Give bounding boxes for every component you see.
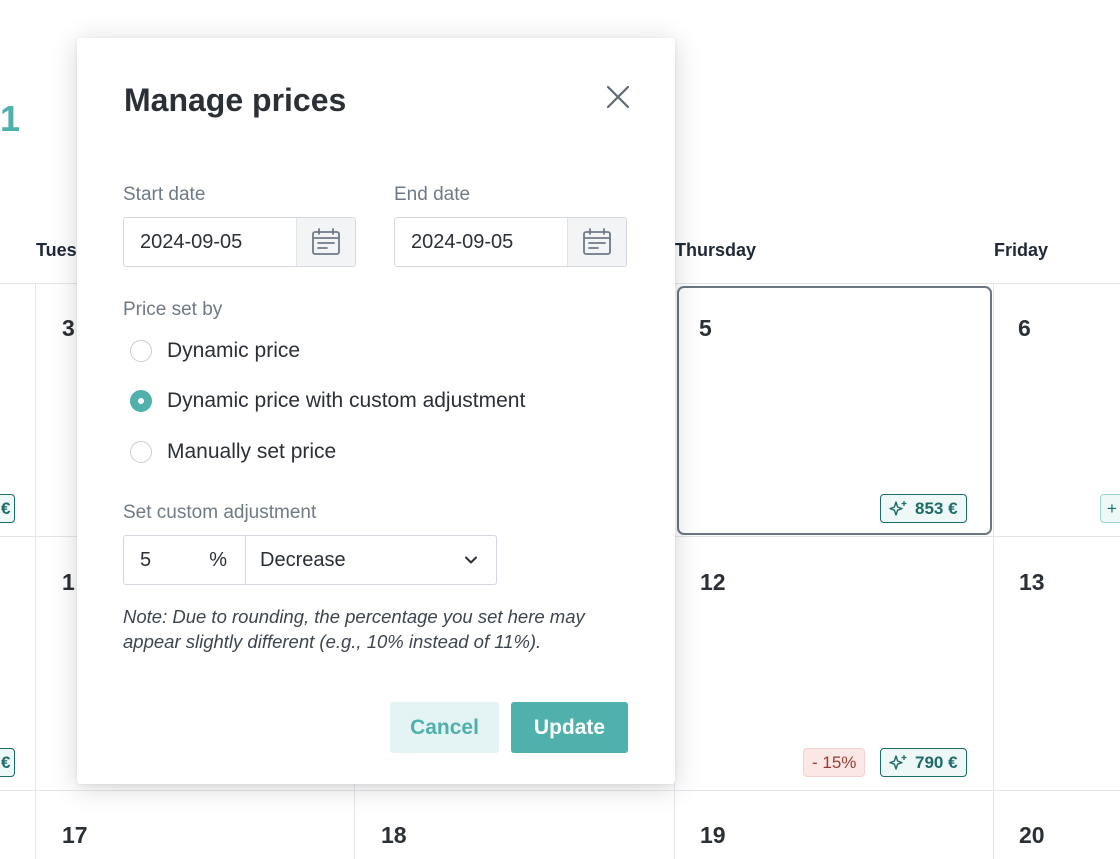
price-value: € (1, 498, 11, 518)
radio-label: Manually set price (167, 440, 337, 463)
day-number: 13 (1019, 569, 1045, 595)
manage-prices-modal: Manage prices Start date 2024-09-05 End … (77, 38, 675, 784)
radio-button-selected[interactable] (130, 390, 152, 412)
end-date-label: End date (394, 184, 471, 205)
price-value: 790 € (915, 752, 958, 772)
chevron-down-icon (465, 556, 477, 564)
adjustment-percent-value: - 15% (812, 752, 857, 772)
calendar-icon (312, 228, 340, 255)
sparkle-icon (889, 754, 907, 770)
day-number: 5 (699, 315, 712, 341)
add-price-badge-partial[interactable]: + (1100, 494, 1120, 523)
grid-line (0, 790, 1120, 791)
weekday-header-thursday: Thursday (675, 240, 757, 260)
day-number: 19 (700, 822, 726, 848)
radio-dynamic-price-custom-adjustment[interactable]: Dynamic price with custom adjustment (130, 389, 525, 413)
rounding-note: Note: Due to rounding, the percentage yo… (123, 606, 585, 652)
radio-button[interactable] (130, 340, 152, 362)
end-date-picker-button[interactable] (567, 218, 626, 266)
weekday-header-tuesday: Tues (36, 240, 77, 260)
radio-button[interactable] (130, 441, 152, 463)
calendar-icon (583, 228, 611, 255)
adjustment-percent-input[interactable]: 5 % (124, 536, 246, 584)
dynamic-price-badge[interactable]: 853 € (880, 494, 967, 523)
adjustment-direction-select[interactable]: Decrease (246, 536, 496, 584)
calendar-title-fragment: 1 (0, 98, 21, 139)
grid-line (993, 283, 994, 859)
price-badge-partial[interactable]: € (0, 748, 16, 777)
adjustment-percent-badge: - 15% (803, 748, 866, 777)
update-button[interactable]: Update (511, 702, 628, 753)
close-button[interactable] (603, 82, 633, 112)
weekday-header-friday: Friday (994, 240, 1049, 260)
day-number: 6 (1018, 315, 1031, 341)
day-number: 17 (62, 822, 88, 848)
price-set-by-label: Price set by (123, 299, 223, 320)
price-badge-partial[interactable]: € (0, 494, 16, 523)
grid-line (35, 283, 36, 859)
radio-dynamic-price[interactable]: Dynamic price (130, 339, 300, 363)
percent-unit: % (209, 548, 227, 571)
dynamic-price-badge[interactable]: 790 € (880, 748, 967, 777)
plus-label: + (1107, 498, 1117, 518)
day-number: 1 (62, 569, 75, 595)
custom-adjustment-label: Set custom adjustment (123, 502, 317, 523)
adjustment-value[interactable]: 5 (140, 549, 151, 572)
price-value: 853 € (915, 498, 958, 518)
modal-title: Manage prices (124, 82, 347, 118)
start-date-picker-button[interactable] (296, 218, 355, 266)
cancel-button[interactable]: Cancel (390, 702, 499, 753)
start-date-value[interactable]: 2024-09-05 (124, 218, 296, 266)
radio-manually-set-price[interactable]: Manually set price (130, 440, 336, 464)
day-number: 3 (62, 315, 75, 341)
adjustment-direction-value: Decrease (260, 548, 346, 571)
price-value: € (1, 752, 11, 772)
radio-label: Dynamic price (167, 339, 301, 362)
day-number: 20 (1019, 822, 1045, 848)
end-date-field[interactable]: 2024-09-05 (394, 217, 627, 267)
sparkle-icon (889, 500, 907, 516)
day-number: 18 (381, 822, 407, 848)
day-number: 12 (700, 569, 726, 595)
radio-label: Dynamic price with custom adjustment (167, 389, 526, 412)
close-icon (606, 85, 630, 109)
end-date-value[interactable]: 2024-09-05 (395, 218, 567, 266)
start-date-field[interactable]: 2024-09-05 (123, 217, 356, 267)
custom-adjustment-group: 5 % Decrease (123, 535, 497, 585)
start-date-label: Start date (123, 184, 206, 205)
